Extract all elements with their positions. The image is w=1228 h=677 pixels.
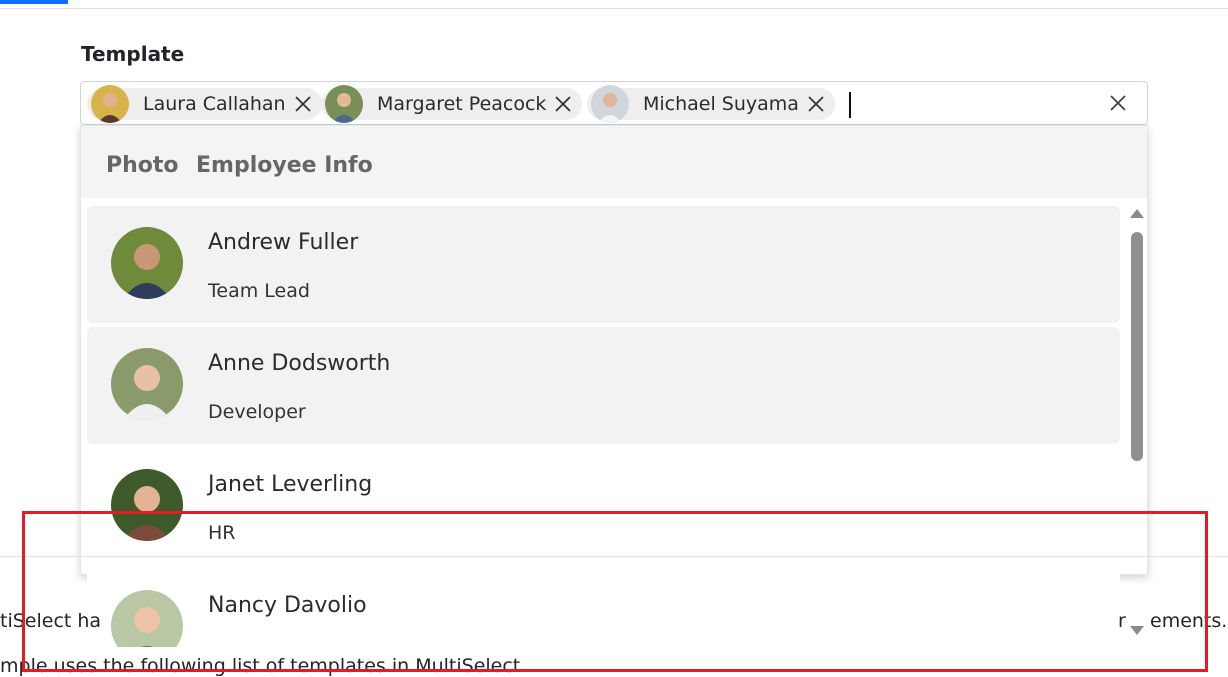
popup-header: Photo Employee Info [81,126,1147,198]
employee-title: Team Lead [208,280,310,302]
employee-photo [111,469,183,541]
description-line1-end2: ements. [1150,610,1228,632]
employee-photo [111,348,183,420]
scroll-thumb[interactable] [1131,232,1143,461]
chip-label: Margaret Peacock [377,93,547,115]
multiselect-input[interactable]: Laura Callahan Margaret Peacock Michael … [80,81,1148,125]
tab-divider [0,8,1228,9]
employee-photo [111,227,183,299]
popup-scrollbar[interactable] [1127,205,1147,646]
chip-label: Michael Suyama [643,93,799,115]
description-line1-start: tiSelect ha [0,610,102,632]
description-line1-end: r [1118,610,1126,632]
close-icon[interactable] [805,93,827,115]
text-caret [849,92,851,118]
arrow-down-icon[interactable] [1130,626,1144,635]
list-item[interactable]: Nancy Davolio [87,569,1120,647]
list-item[interactable]: Anne Dodsworth Developer [87,327,1120,444]
chip-avatar [325,85,363,123]
active-tab-indicator [0,0,68,4]
employee-title: Developer [208,401,306,423]
field-label: Template [81,42,185,66]
close-icon[interactable] [292,93,314,115]
clear-all-icon[interactable] [1109,94,1129,114]
close-icon[interactable] [552,93,574,115]
chip-laura-callahan[interactable]: Laura Callahan [87,85,322,123]
chip-label: Laura Callahan [143,93,286,115]
chip-avatar [591,85,629,123]
employee-name: Anne Dodsworth [208,351,391,376]
employee-name: Nancy Davolio [208,593,367,618]
list-item[interactable]: Andrew Fuller Team Lead [87,206,1120,323]
description-line2: mple uses the following list of template… [0,655,527,677]
chip-michael-suyama[interactable]: Michael Suyama [587,85,835,123]
chip-margaret-peacock[interactable]: Margaret Peacock [321,85,583,123]
employee-title: HR [208,522,236,544]
header-employee-info: Employee Info [196,153,373,178]
employee-photo [111,590,183,647]
employee-name: Andrew Fuller [208,230,359,255]
list-item[interactable]: Janet Leverling HR [87,448,1120,565]
header-photo: Photo [106,153,179,178]
employee-name: Janet Leverling [208,472,373,497]
chip-avatar [91,85,129,123]
arrow-up-icon[interactable] [1130,209,1144,218]
section-divider [0,556,1228,557]
